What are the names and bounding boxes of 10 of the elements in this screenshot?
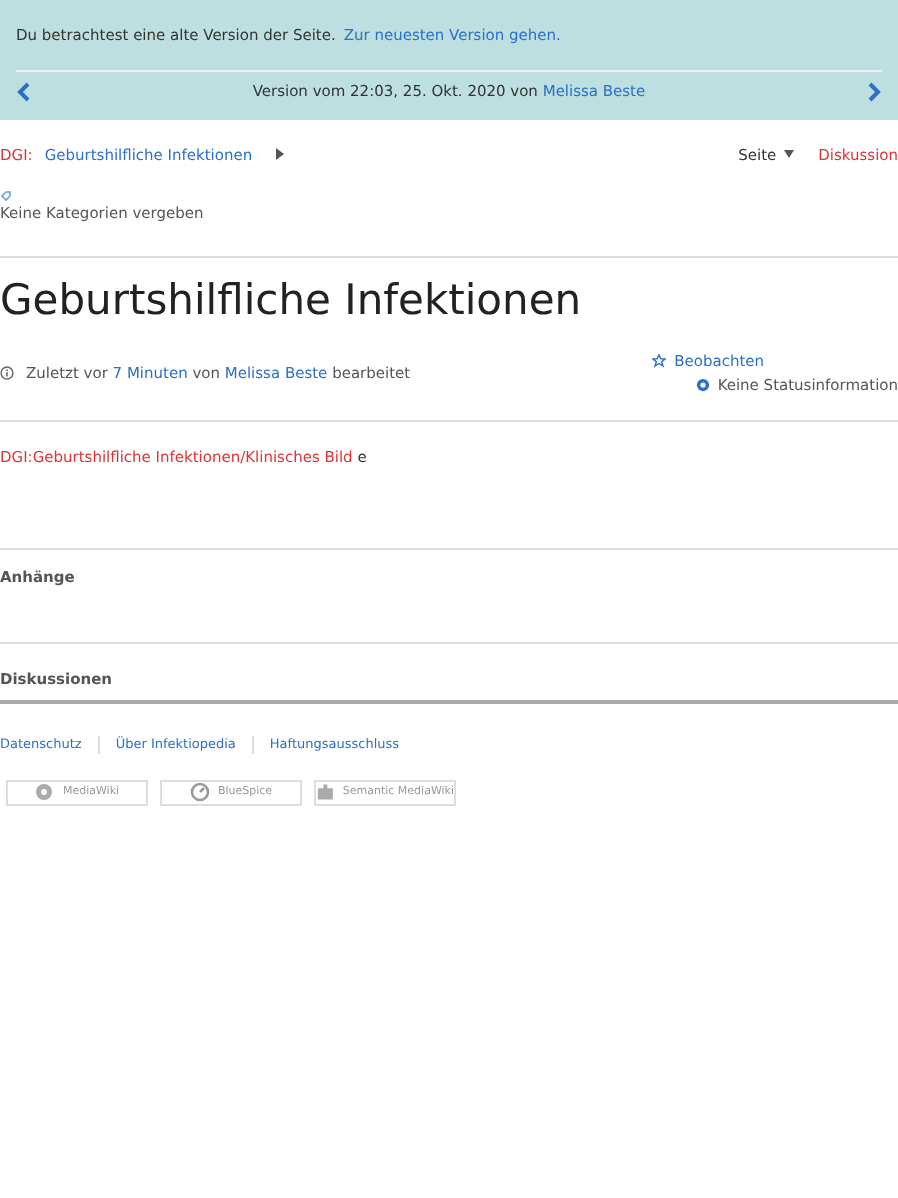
page-title: Geburtshilfliche Infektionen	[0, 274, 584, 327]
star-icon	[652, 354, 667, 369]
caret-right-icon[interactable]	[276, 148, 287, 161]
chevron-right-icon[interactable]	[865, 81, 882, 102]
chevron-left-icon[interactable]	[16, 81, 32, 102]
tag-icon	[0, 189, 12, 202]
info-icon	[0, 366, 14, 380]
status-icon	[695, 377, 710, 392]
gauge-icon	[189, 782, 210, 803]
caret-down-icon	[784, 150, 795, 159]
